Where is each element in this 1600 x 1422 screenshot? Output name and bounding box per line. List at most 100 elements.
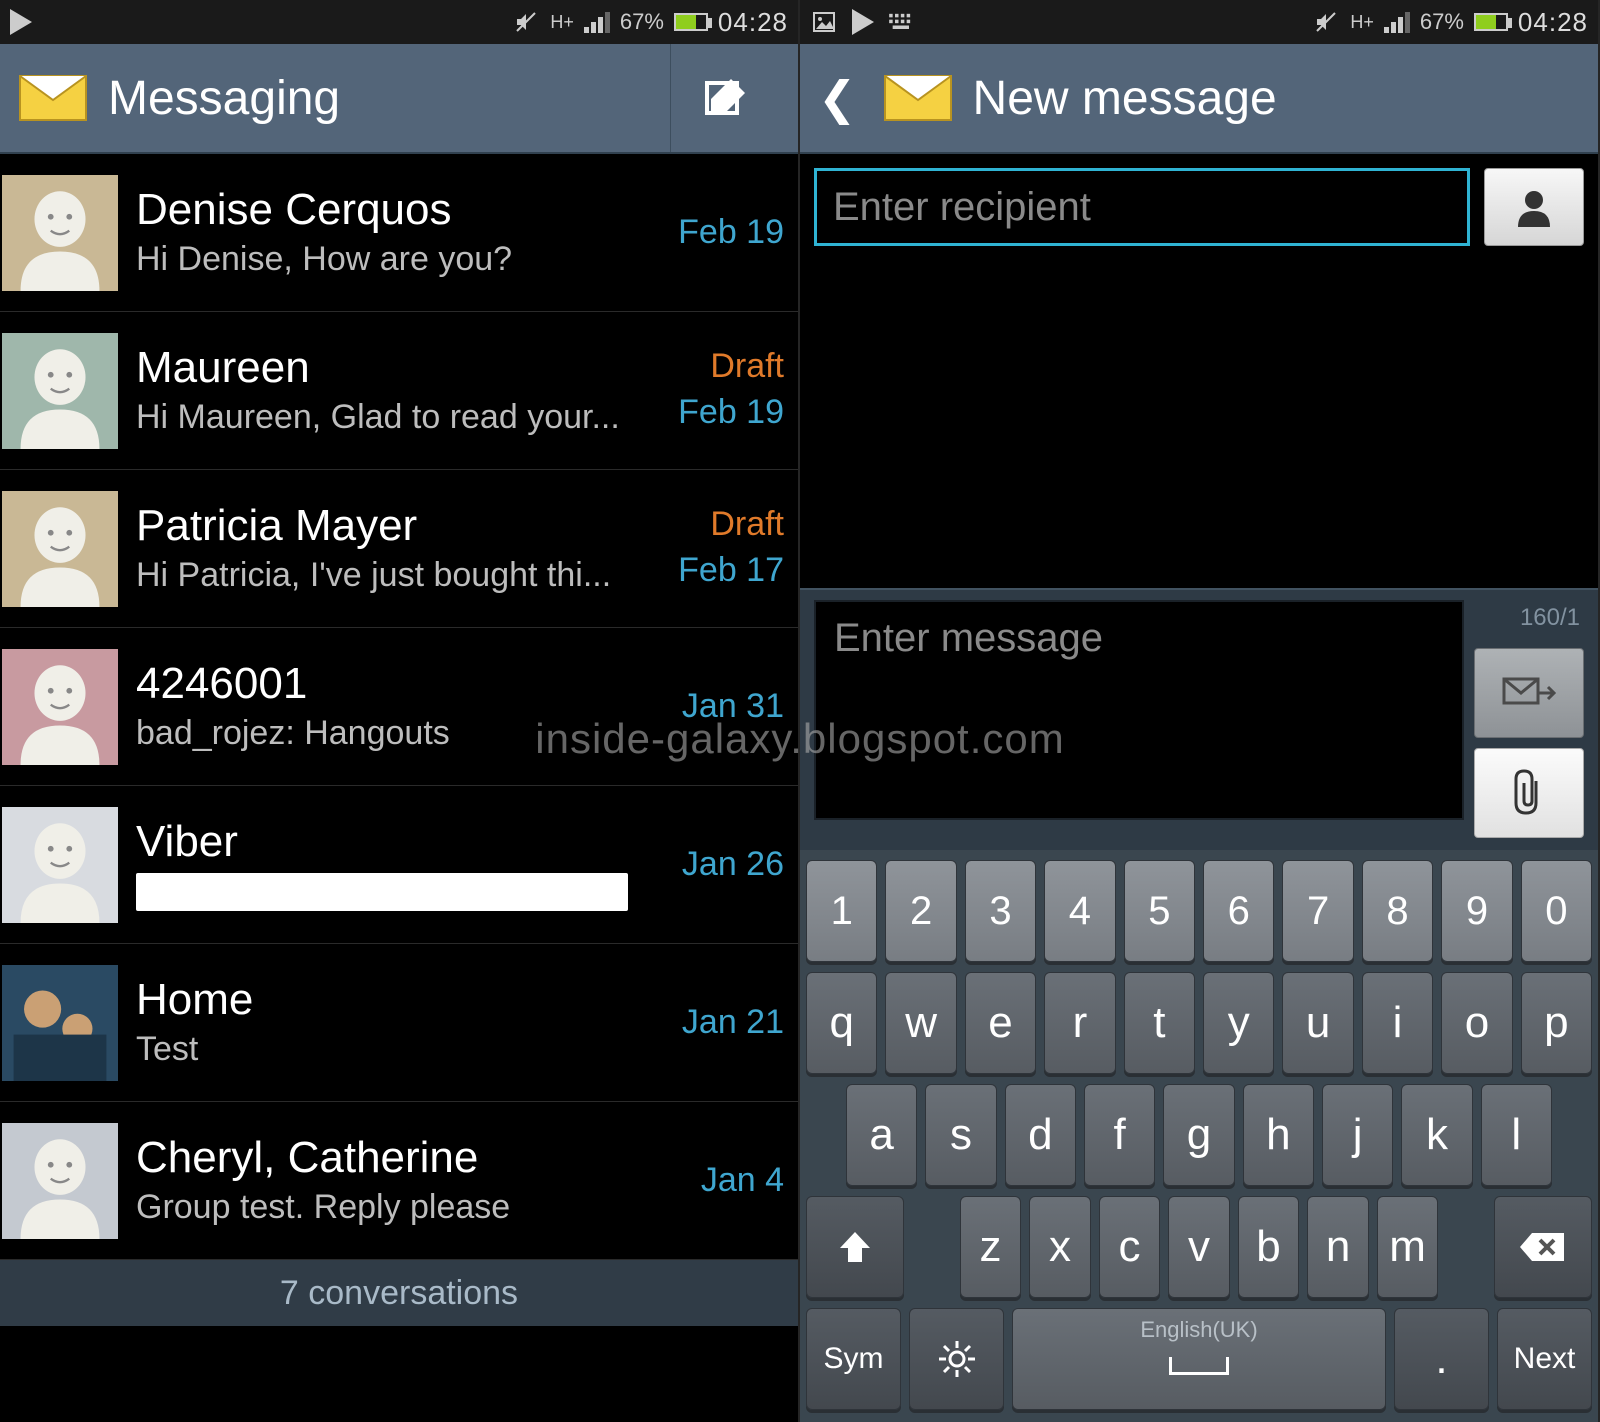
conversation-item[interactable]: Denise CerquosHi Denise, How are you?Feb… [0, 154, 798, 312]
message-snippet: Hi Denise, How are you? [136, 240, 654, 279]
avatar [2, 491, 118, 607]
gallery-icon [810, 10, 838, 34]
key-n[interactable]: n [1307, 1196, 1369, 1298]
new-message-screen: H+ 67% 04:28 ❮ New message Enter recipie… [800, 0, 1600, 1422]
keyboard-row-5: Sym English(UK) . Next [806, 1308, 1592, 1410]
conversation-count-footer: 7 conversations [0, 1260, 798, 1326]
key-5[interactable]: 5 [1124, 860, 1195, 962]
pick-contact-button[interactable] [1484, 168, 1584, 246]
status-bar: H+ 67% 04:28 [0, 0, 798, 44]
contact-name: Denise Cerquos [136, 186, 654, 234]
play-icon [852, 9, 874, 35]
key-h[interactable]: h [1243, 1084, 1314, 1186]
app-header: ❮ New message [800, 44, 1598, 154]
contact-name: Maureen [136, 344, 654, 392]
mute-icon [1312, 10, 1340, 34]
conversation-item[interactable]: Patricia Mayer Hi Patricia, I've just bou… [0, 470, 798, 628]
settings-key[interactable] [909, 1308, 1004, 1410]
back-button[interactable]: ❮ [818, 71, 863, 125]
key-9[interactable]: 9 [1441, 860, 1512, 962]
key-1[interactable]: 1 [806, 860, 877, 962]
key-k[interactable]: k [1401, 1084, 1472, 1186]
space-key[interactable]: English(UK) [1012, 1308, 1386, 1410]
message-snippet: Group test. Reply please [136, 1188, 654, 1227]
key-i[interactable]: i [1362, 972, 1433, 1074]
draft-badge: Draft [654, 507, 784, 541]
key-a[interactable]: a [846, 1084, 917, 1186]
conversation-list[interactable]: Denise Cerquos Hi Denise, How are you? Feb… [0, 154, 798, 1260]
message-body-area [800, 260, 1598, 588]
key-u[interactable]: u [1282, 972, 1353, 1074]
keyboard[interactable]: 1234567890 qwertyuiop asdfghjkl zxcvbnm … [800, 850, 1598, 1422]
key-4[interactable]: 4 [1044, 860, 1115, 962]
attach-button[interactable] [1474, 748, 1584, 838]
network-type: H+ [1350, 12, 1374, 33]
key-m[interactable]: m [1377, 1196, 1439, 1298]
message-snippet: Hi Patricia, I've just bought thi... [136, 556, 654, 595]
key-p[interactable]: p [1521, 972, 1592, 1074]
keyboard-language: English(UK) [1140, 1317, 1257, 1343]
key-z[interactable]: z [960, 1196, 1022, 1298]
messaging-app-icon [883, 70, 953, 126]
key-o[interactable]: o [1441, 972, 1512, 1074]
recipient-input[interactable]: Enter recipient [814, 168, 1470, 246]
key-8[interactable]: 8 [1362, 860, 1433, 962]
key-s[interactable]: s [925, 1084, 996, 1186]
key-q[interactable]: q [806, 972, 877, 1074]
key-v[interactable]: v [1168, 1196, 1230, 1298]
conversation-item[interactable]: Viber Jan 26 [0, 786, 798, 944]
conversation-item[interactable]: Cheryl, Catherine Group test. Reply pleas… [0, 1102, 798, 1260]
period-key[interactable]: . [1394, 1308, 1489, 1410]
contact-icon [1512, 185, 1556, 229]
message-input-row: Enter message 160/1 [800, 588, 1598, 850]
screen-title: New message [973, 71, 1580, 126]
key-x[interactable]: x [1029, 1196, 1091, 1298]
key-r[interactable]: r [1044, 972, 1115, 1074]
key-y[interactable]: y [1203, 972, 1274, 1074]
avatar [2, 175, 118, 291]
key-6[interactable]: 6 [1203, 860, 1274, 962]
conversation-item[interactable]: HomeTestJan 21 [0, 944, 798, 1102]
next-key[interactable]: Next [1497, 1308, 1592, 1410]
key-2[interactable]: 2 [885, 860, 956, 962]
send-button[interactable] [1474, 648, 1584, 738]
play-icon [10, 9, 32, 35]
conversation-item[interactable]: MaureenHi Maureen, Glad to read your...D… [0, 312, 798, 470]
key-e[interactable]: e [965, 972, 1036, 1074]
message-input[interactable]: Enter message [814, 600, 1464, 820]
contact-name: Cheryl, Catherine [136, 1134, 654, 1182]
key-d[interactable]: d [1005, 1084, 1076, 1186]
battery-percent: 67% [620, 9, 664, 35]
message-date: Feb 19 [678, 393, 784, 431]
key-7[interactable]: 7 [1282, 860, 1353, 962]
compose-button[interactable] [670, 44, 780, 152]
message-date: Jan 26 [682, 845, 784, 883]
avatar [2, 649, 118, 765]
key-l[interactable]: l [1481, 1084, 1552, 1186]
key-0[interactable]: 0 [1521, 860, 1592, 962]
message-snippet: Hi Maureen, Glad to read your... [136, 398, 654, 437]
mute-icon [512, 10, 540, 34]
shift-key[interactable] [806, 1196, 904, 1298]
keyboard-row-4: zxcvbnm [806, 1196, 1592, 1298]
contact-name: Patricia Mayer [136, 502, 654, 550]
sym-key[interactable]: Sym [806, 1308, 901, 1410]
avatar [2, 333, 118, 449]
key-c[interactable]: c [1099, 1196, 1161, 1298]
key-3[interactable]: 3 [965, 860, 1036, 962]
key-w[interactable]: w [885, 972, 956, 1074]
key-j[interactable]: j [1322, 1084, 1393, 1186]
message-date: Jan 31 [682, 687, 784, 725]
battery-icon [1474, 13, 1508, 31]
avatar [2, 1123, 118, 1239]
message-date: Feb 17 [678, 551, 784, 589]
key-b[interactable]: b [1238, 1196, 1300, 1298]
key-t[interactable]: t [1124, 972, 1195, 1074]
conversation-item[interactable]: 4246001bad_rojez: HangoutsJan 31 [0, 628, 798, 786]
key-g[interactable]: g [1163, 1084, 1234, 1186]
key-f[interactable]: f [1084, 1084, 1155, 1186]
contact-name: Viber [136, 818, 654, 866]
backspace-icon [1518, 1229, 1568, 1265]
backspace-key[interactable] [1494, 1196, 1592, 1298]
contact-name: 4246001 [136, 660, 654, 708]
